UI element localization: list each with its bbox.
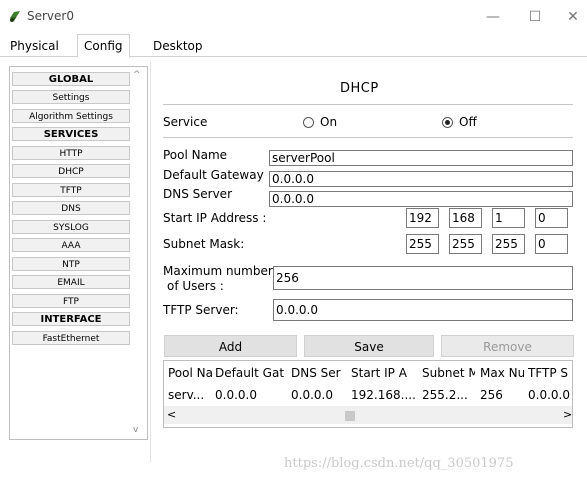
maximize-button[interactable]: ☐ [521,6,549,28]
sidebar-item-email[interactable]: EMAIL [12,275,130,289]
sidebar-item-ftp[interactable]: FTP [12,294,130,308]
scroll-right-icon[interactable]: > [563,408,572,421]
start-ip-octet-1[interactable]: 192 [406,208,439,228]
sidebar-item-tftp[interactable]: TFTP [12,183,130,197]
service-off-label: Off [459,115,477,129]
column-header-pool-name[interactable]: Pool Na [168,364,212,382]
table-cell[interactable]: 192.168.... [351,386,417,404]
sidebar-header-interface: INTERFACE [12,312,130,326]
panel-divider [150,62,151,462]
server-app-icon [10,11,20,22]
scroll-left-icon[interactable]: < [167,408,176,421]
dns-server-label: DNS Server [163,187,232,201]
start-ip-octet-3[interactable]: 1 [492,208,525,228]
save-button[interactable]: Save [304,335,434,357]
sidebar-item-algorithm-settings[interactable]: Algorithm Settings [12,109,130,123]
service-off-radio[interactable] [442,117,453,128]
close-button[interactable]: ✕ [559,6,587,28]
sidebar-item-aaa[interactable]: AAA [12,238,130,252]
column-header-dns-server[interactable]: DNS Ser [291,364,344,382]
sidebar-item-ntp[interactable]: NTP [12,257,130,271]
dhcp-heading: DHCP [340,81,379,96]
service-on-label: On [320,115,338,129]
sidebar-header-services: SERVICES [12,127,130,141]
column-header-subnet-mask[interactable]: Subnet M [422,364,475,382]
sidebar-item-syslog[interactable]: SYSLOG [12,220,130,234]
column-header-max-users[interactable]: Max Nu [480,364,524,382]
table-cell[interactable]: 255.2... [422,386,475,404]
remove-button[interactable]: Remove [441,335,574,357]
tftp-server-input[interactable]: 0.0.0.0 [273,299,573,321]
start-ip-label: Start IP Address : [163,211,267,225]
column-header-start-ip[interactable]: Start IP A [351,364,417,382]
dns-server-input[interactable]: 0.0.0.0 [269,191,573,207]
tab-config[interactable]: Config [77,34,130,58]
pool-name-input[interactable]: serverPool [269,150,573,166]
sidebar-item-http[interactable]: HTTP [12,146,130,160]
minimize-button[interactable]: — [479,6,507,28]
table-cell[interactable]: serv... [168,386,212,404]
service-on-radio[interactable] [303,117,314,128]
table-cell[interactable]: 256 [480,386,524,404]
sidebar-item-dhcp[interactable]: DHCP [12,164,130,178]
max-users-label-line1: Maximum number [163,264,273,278]
subnet-mask-octet-2[interactable]: 255 [449,234,482,254]
service-label: Service [163,115,208,129]
pool-name-label: Pool Name [163,148,228,162]
max-users-label-line2: of Users : [167,279,224,293]
default-gateway-label: Default Gateway [163,168,264,182]
table-cell[interactable]: 0.0.0.0 [528,386,572,404]
start-ip-octet-2[interactable]: 168 [449,208,482,228]
service-separator [163,137,573,138]
default-gateway-input[interactable]: 0.0.0.0 [269,171,573,187]
sidebar-item-fastethernet[interactable]: FastEthernet [12,331,130,345]
table-horizontal-scrollbar[interactable] [164,406,572,424]
tab-physical[interactable]: Physical [4,36,65,56]
sidebar-scroll-up-icon[interactable]: ^ [133,70,141,80]
watermark: https://blog.csdn.net/qq_30501975 [284,456,514,471]
sidebar-item-settings[interactable]: Settings [12,90,130,104]
column-header-default-gateway[interactable]: Default Gat [215,364,288,382]
subnet-mask-label: Subnet Mask: [163,237,245,251]
sidebar-scroll-down-icon[interactable]: v [133,425,138,435]
add-button[interactable]: Add [164,335,297,357]
sidebar-item-dns[interactable]: DNS [12,201,130,215]
start-ip-octet-4[interactable]: 0 [535,208,568,228]
table-cell[interactable]: 0.0.0.0 [291,386,344,404]
table-cell[interactable]: 0.0.0.0 [215,386,288,404]
tftp-server-label: TFTP Server: [163,303,239,317]
subnet-mask-octet-4[interactable]: 0 [535,234,568,254]
subnet-mask-octet-1[interactable]: 255 [406,234,439,254]
scroll-thumb[interactable] [345,411,355,421]
column-header-tftp-server[interactable]: TFTP S [528,364,572,382]
tab-desktop[interactable]: Desktop [147,36,209,56]
subnet-mask-octet-3[interactable]: 255 [492,234,525,254]
heading-separator [163,104,573,105]
sidebar-header-global: GLOBAL [12,72,130,86]
window-title: Server0 [27,9,74,23]
max-users-input[interactable]: 256 [273,266,573,290]
